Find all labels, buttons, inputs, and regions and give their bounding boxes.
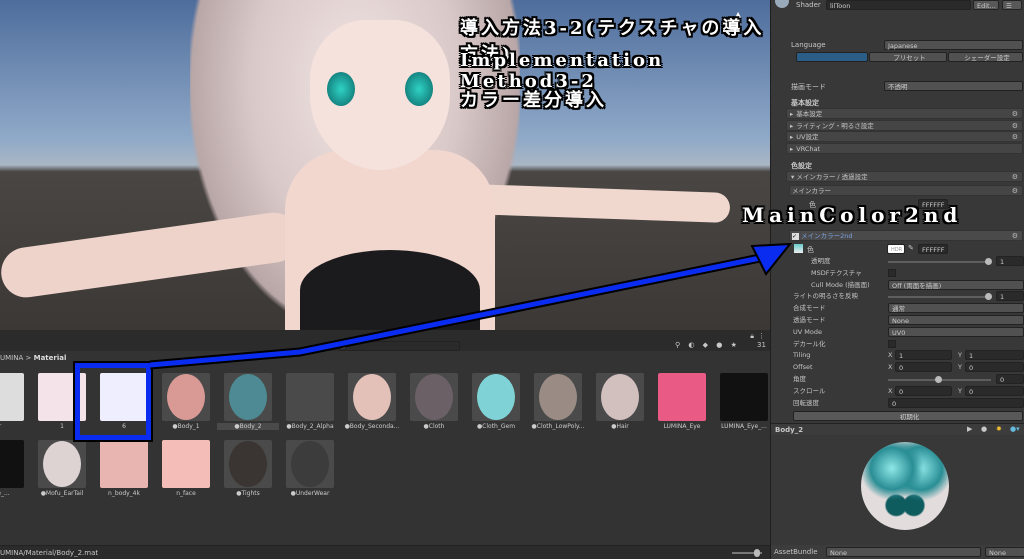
callout-label: MainColor2nd bbox=[742, 203, 963, 227]
arrow-head bbox=[750, 242, 793, 276]
arrow-outline bbox=[149, 253, 761, 370]
annotation-arrow bbox=[149, 242, 793, 370]
